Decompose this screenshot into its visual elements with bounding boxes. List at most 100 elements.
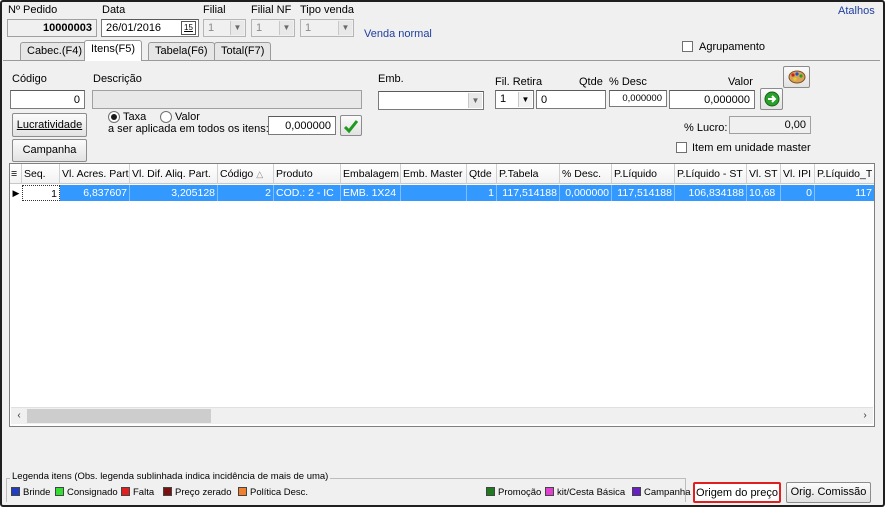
filialnf-select[interactable]: 1 ▼ (251, 19, 295, 37)
chevron-down-icon: ▼ (518, 92, 532, 107)
filial-value: 1 (208, 22, 215, 34)
col-header[interactable]: Emb. Master (401, 164, 467, 184)
legend-label: kit/Cesta Básica (557, 487, 626, 498)
legend-label: Preço zerado (175, 487, 232, 498)
item-master-label: Item em unidade master (692, 142, 811, 154)
orig-comissao-button[interactable]: Orig. Comissão (786, 482, 871, 503)
lucro-field: 0,00 (729, 116, 811, 134)
col-header[interactable]: Vl. ST (747, 164, 781, 184)
horizontal-scrollbar[interactable]: ‹ › (11, 407, 873, 424)
aplicada-input[interactable] (268, 116, 336, 135)
qtde-label: Qtde (579, 76, 603, 88)
col-header[interactable]: Seq. (22, 164, 60, 184)
table-cell[interactable]: 117 (815, 185, 874, 201)
legend-swatch (121, 487, 130, 496)
confirm-item-button[interactable] (760, 88, 783, 110)
legend-label: Falta (133, 487, 155, 498)
col-header[interactable]: P.Líquido (612, 164, 675, 184)
scrollbar-thumb[interactable] (27, 409, 211, 423)
table-cell[interactable]: 117,514188 (612, 185, 675, 201)
table-cell[interactable]: 0 (781, 185, 815, 201)
lucratividade-button[interactable]: Lucratividade (12, 113, 87, 137)
table-cell[interactable]: 1 (467, 185, 497, 201)
filretira-label: Fil. Retira (495, 76, 543, 88)
col-header[interactable]: Produto (274, 164, 341, 184)
table-cell[interactable]: 6,837607 (60, 185, 130, 201)
table-cell[interactable]: 2 (218, 185, 274, 201)
checkmark-icon (343, 120, 359, 134)
legend-label: Brinde (23, 487, 51, 498)
taxa-radio[interactable] (108, 111, 120, 123)
legend-swatch (11, 487, 20, 496)
desc-input[interactable] (609, 90, 667, 107)
col-header[interactable]: % Desc. (560, 164, 612, 184)
items-grid[interactable]: ≡ Seq. Vl. Acres. Part. Vl. Dif. Aliq. P… (9, 163, 875, 427)
table-cell[interactable]: 3,205128 (130, 185, 218, 201)
grid-corner-icon: ≡ (10, 164, 22, 184)
codigo-input[interactable] (10, 90, 85, 109)
valor-radio[interactable] (160, 111, 172, 123)
table-cell[interactable]: 106,834188 (675, 185, 747, 201)
agrupamento-label: Agrupamento (699, 41, 766, 53)
col-header[interactable]: Vl. Dif. Aliq. Part. (130, 164, 218, 184)
emb-select[interactable]: ▼ (378, 91, 484, 110)
qtde-input[interactable] (536, 90, 606, 109)
descricao-field (92, 90, 362, 109)
col-header[interactable]: P.Líquido_T (815, 164, 874, 184)
col-header[interactable]: Embalagem (341, 164, 401, 184)
tab-itens[interactable]: Itens(F5) (84, 40, 143, 61)
filialnf-label: Filial NF (251, 4, 292, 16)
valor-input[interactable] (669, 90, 755, 109)
col-header[interactable]: Vl. Acres. Part. (60, 164, 130, 184)
item-master-checkbox[interactable] (676, 142, 687, 153)
legend-swatch (632, 487, 641, 496)
col-header[interactable]: Código △ (218, 164, 274, 184)
filial-select[interactable]: 1 ▼ (203, 19, 246, 37)
tipovenda-label: Tipo venda (300, 4, 355, 16)
filretira-select[interactable]: 1 ▼ (495, 90, 534, 109)
codigo-label: Código (12, 73, 47, 85)
arrow-right-icon (764, 91, 779, 107)
filialnf-value: 1 (256, 22, 263, 34)
valor-label: Valor (728, 76, 753, 88)
filretira-value: 1 (500, 93, 507, 105)
palette-button[interactable] (783, 66, 810, 88)
tipovenda-select[interactable]: 1 ▼ (300, 19, 354, 37)
tab-total[interactable]: Total(F7) (214, 42, 272, 60)
pedido-field: 10000003 (7, 19, 97, 37)
legend-item: Preço zerado (163, 487, 232, 498)
pedido-label: Nº Pedido (8, 4, 58, 16)
table-cell[interactable]: 1 (22, 185, 60, 201)
tab-tabela[interactable]: Tabela(F6) (148, 42, 215, 60)
table-cell[interactable] (401, 185, 467, 201)
table-cell[interactable]: COD.: 2 - IC (274, 185, 341, 201)
origem-preco-button[interactable]: Origem do preço (693, 482, 781, 503)
col-header[interactable]: Qtde (467, 164, 497, 184)
calendar-icon[interactable]: 15 (181, 21, 196, 35)
agrupamento-checkbox[interactable] (682, 41, 693, 52)
tab-cabec[interactable]: Cabec.(F4) (20, 42, 90, 60)
table-cell[interactable]: 10,68 (747, 185, 781, 201)
col-header[interactable]: Vl. IPI (781, 164, 815, 184)
table-cell[interactable]: 0,000000 (560, 185, 612, 201)
legend-title: Legenda itens (Obs. legenda sublinhada i… (10, 471, 331, 482)
chevron-left-icon[interactable]: ‹ (13, 410, 25, 422)
col-header[interactable]: P.Líquido - ST (675, 164, 747, 184)
descricao-label: Descrição (93, 73, 142, 85)
aplicada-label: a ser aplicada em todos os itens: (108, 123, 269, 135)
valor-radio-label: Valor (175, 111, 200, 123)
chevron-right-icon[interactable]: › (859, 410, 871, 422)
atalhos-link[interactable]: Atalhos (838, 5, 875, 17)
row-indicator-icon: ▶ (10, 185, 22, 201)
legend-swatch (238, 487, 247, 496)
table-cell[interactable]: EMB. 1X24 (341, 185, 401, 201)
data-label: Data (102, 4, 126, 16)
col-header[interactable]: P.Tabela (497, 164, 560, 184)
legend-label: Política Desc. (250, 487, 309, 498)
sort-asc-icon: △ (256, 169, 264, 179)
table-cell[interactable]: 117,514188 (497, 185, 560, 201)
legend-item: Brinde (11, 487, 50, 498)
apply-button[interactable] (340, 115, 362, 136)
chevron-down-icon: ▼ (279, 21, 293, 35)
campanha-button[interactable]: Campanha (12, 139, 87, 162)
